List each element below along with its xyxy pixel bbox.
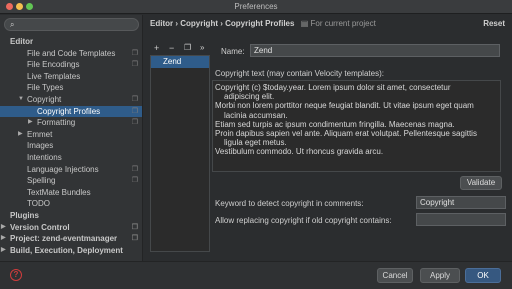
sidebar-item[interactable]: Images: [0, 140, 142, 152]
sidebar-item[interactable]: ▶ Project: zend-eventmanager ❐: [0, 233, 142, 245]
project-settings-icon: ❐: [131, 223, 138, 231]
dialog-footer: ? Cancel Apply OK: [0, 261, 512, 289]
sidebar-item-label: File and Code Templates: [27, 48, 116, 58]
expand-right-icon[interactable]: ▶: [1, 245, 6, 257]
copyright-text-line: Etiam sed turpis ac ipsum condimentum fr…: [215, 119, 455, 129]
copyright-text-line: Vestibulum commodo. Ut rhoncus gravida a…: [215, 147, 384, 157]
sidebar-item-label: Editor: [10, 37, 34, 46]
name-label: Name:: [221, 47, 245, 56]
help-icon[interactable]: ?: [10, 269, 22, 281]
reset-button[interactable]: Reset: [483, 19, 505, 28]
copyright-text-line: adipiscing elit.: [224, 92, 275, 102]
allow-replacing-field[interactable]: [416, 213, 506, 226]
sidebar-item[interactable]: ▶ Formatting ❐: [0, 117, 142, 129]
more-actions-button[interactable]: »: [200, 42, 204, 54]
project-settings-icon: ❐: [131, 61, 138, 69]
keyword-field[interactable]: Copyright: [416, 196, 506, 209]
project-scope-label: ▤ For current project: [301, 19, 376, 28]
sidebar-item[interactable]: Spelling ❐: [0, 175, 142, 187]
sidebar-item[interactable]: ▼ Copyright ❐: [0, 94, 142, 106]
expand-right-icon[interactable]: ▶: [1, 222, 6, 234]
sidebar-item-label: Formatting: [37, 118, 76, 128]
copy-icon[interactable]: ❐: [184, 42, 191, 54]
project-settings-icon: ❐: [131, 95, 138, 103]
settings-search-input[interactable]: ⌕: [4, 18, 139, 31]
allow-replacing-label: Allow replacing copyright if old copyrig…: [215, 216, 392, 225]
title-bar: Preferences: [0, 0, 512, 14]
sidebar-item-label: Version Control: [10, 222, 70, 232]
breadcrumb: Editor › Copyright › Copyright Profiles …: [150, 19, 376, 28]
cancel-button[interactable]: Cancel: [377, 268, 413, 283]
sidebar-item[interactable]: File and Code Templates ❐: [0, 48, 142, 60]
project-scope-text: For current project: [310, 19, 376, 28]
sidebar-item-label: Copyright Profiles: [37, 106, 101, 116]
copyright-text-label: Copyright text (may contain Velocity tem…: [215, 69, 384, 78]
sidebar-item[interactable]: Plugins: [0, 210, 142, 222]
expand-down-icon[interactable]: ▼: [18, 94, 24, 106]
project-settings-icon: ❐: [131, 177, 138, 185]
sidebar-item-label: Plugins: [10, 210, 39, 220]
sidebar-item[interactable]: Intentions: [0, 152, 142, 164]
sidebar-item-label: TextMate Bundles: [27, 187, 91, 197]
project-scope-icon: ▤: [300, 19, 309, 28]
sidebar-item-label: Build, Execution, Deployment: [10, 245, 123, 255]
expand-right-icon[interactable]: ▶: [18, 129, 23, 141]
project-settings-icon: ❐: [131, 107, 138, 115]
keyword-label: Keyword to detect copyright in comments:: [215, 199, 364, 208]
sidebar-item[interactable]: ▶ Build, Execution, Deployment: [0, 245, 142, 257]
validate-button[interactable]: Validate: [460, 176, 502, 190]
sidebar-item[interactable]: TextMate Bundles: [0, 187, 142, 199]
settings-tree: Editor File and Code Templates ❐ File Encod…: [0, 36, 142, 257]
copyright-text-line: Copyright (c) $today.year. Lorem ipsum d…: [215, 83, 451, 92]
sidebar-item-label: Project: zend-eventmanager: [10, 234, 118, 244]
sidebar-item[interactable]: ▶ Version Control ❐: [0, 222, 142, 234]
project-settings-icon: ❐: [131, 119, 138, 127]
ok-button[interactable]: OK: [465, 268, 501, 283]
expand-right-icon[interactable]: ▶: [28, 117, 33, 129]
settings-header: Editor › Copyright › Copyright Profiles …: [144, 15, 512, 34]
sidebar-item-label: Live Templates: [27, 71, 81, 81]
add-profile-button[interactable]: +: [154, 42, 159, 54]
sidebar-item-label: File Types: [27, 83, 64, 93]
sidebar-item-label: File Encodings: [27, 60, 80, 70]
sidebar-item[interactable]: Editor: [0, 36, 142, 48]
expand-right-icon[interactable]: ▶: [1, 233, 6, 245]
copyright-text-line: Morbi non lorem porttitor neque feugiat …: [215, 101, 474, 111]
sidebar-item[interactable]: TODO: [0, 198, 142, 210]
profiles-list: Zend: [150, 55, 210, 252]
sidebar-item-label: Intentions: [27, 152, 62, 162]
copyright-text-line: Proin dapibus sapien vel ante. Aliquam e…: [215, 129, 477, 139]
sidebar-item[interactable]: Copyright Profiles ❐: [0, 105, 142, 118]
copyright-text-line: lacinia accumsan.: [224, 110, 288, 120]
copyright-text-area[interactable]: Copyright (c) $today.year. Lorem ipsum d…: [212, 80, 501, 172]
window-title: Preferences: [234, 2, 278, 11]
sidebar-item[interactable]: ▶ Emmet: [0, 129, 142, 141]
search-icon: ⌕: [10, 20, 15, 29]
name-field[interactable]: Zend: [250, 44, 500, 57]
project-settings-icon: ❐: [131, 235, 138, 243]
sidebar-item-label: Language Injections: [27, 164, 99, 174]
sidebar-item-label: Emmet: [27, 129, 53, 139]
sidebar-item[interactable]: Live Templates: [0, 71, 142, 83]
sidebar-item-label: Copyright: [27, 94, 62, 104]
sidebar-item[interactable]: Language Injections ❐: [0, 164, 142, 176]
sidebar-item-label: TODO: [27, 199, 50, 209]
settings-sidebar: ⌕ Editor File and Code Templates ❐ File Enc…: [0, 15, 143, 261]
profile-item[interactable]: Zend: [151, 56, 209, 68]
sidebar-item[interactable]: File Types: [0, 82, 142, 94]
apply-button[interactable]: Apply: [420, 268, 460, 283]
project-settings-icon: ❐: [131, 49, 138, 57]
remove-profile-button[interactable]: −: [169, 42, 174, 54]
profiles-toolbar: + − ❐ »: [150, 42, 210, 54]
project-settings-icon: ❐: [131, 165, 138, 173]
sidebar-item[interactable]: File Encodings ❐: [0, 59, 142, 71]
copyright-text-line: ligula eget metus.: [224, 138, 287, 148]
sidebar-item-label: Spelling: [27, 176, 56, 186]
sidebar-item-label: Images: [27, 141, 54, 151]
breadcrumb-path: Editor › Copyright › Copyright Profiles: [150, 19, 295, 28]
